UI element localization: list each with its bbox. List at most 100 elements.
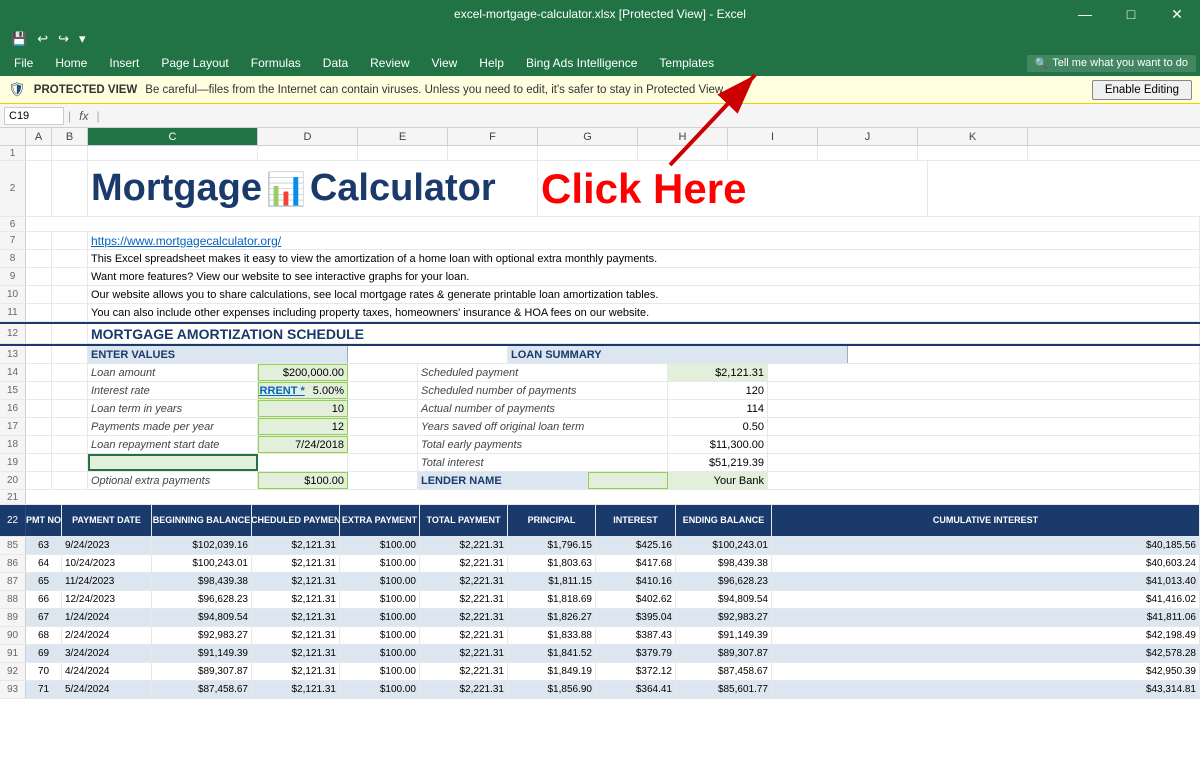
cell-a15[interactable] (26, 382, 52, 399)
begin-bal-cell[interactable]: $92,983.27 (152, 627, 252, 644)
principal-cell[interactable]: $1,841.52 (508, 645, 596, 662)
payment-date-cell[interactable]: 9/24/2023 (62, 537, 152, 554)
col-header-c[interactable]: C (88, 128, 258, 145)
cell-b19[interactable] (52, 454, 88, 471)
cum-int-cell[interactable]: $41,013.40 (772, 573, 1200, 590)
total-pay-cell[interactable]: $2,221.31 (420, 537, 508, 554)
end-bal-cell[interactable]: $89,307.87 (676, 645, 772, 662)
pmt-no-cell[interactable]: 63 (26, 537, 62, 554)
extra-pay-cell[interactable]: $100.00 (340, 681, 420, 698)
cell-link[interactable]: https://www.mortgagecalculator.org/ (88, 232, 1200, 249)
sched-pay-cell[interactable]: $2,121.31 (252, 681, 340, 698)
cell-b11[interactable] (52, 304, 88, 321)
interest-cell[interactable]: $417.68 (596, 555, 676, 572)
col-header-g[interactable]: G (538, 128, 638, 145)
cell-6[interactable] (26, 217, 1200, 231)
extra-pay-cell[interactable]: $100.00 (340, 663, 420, 680)
cell-e17[interactable] (348, 418, 418, 435)
cell-j1[interactable] (818, 146, 918, 160)
cell-a16[interactable] (26, 400, 52, 417)
end-bal-cell[interactable]: $94,809.54 (676, 591, 772, 608)
redo-icon[interactable]: ↪ (55, 29, 72, 49)
pmt-no-cell[interactable]: 68 (26, 627, 62, 644)
cell-e20[interactable] (348, 472, 418, 489)
start-date-value[interactable]: 7/24/2018 (258, 436, 348, 453)
cell-a11[interactable] (26, 304, 52, 321)
sched-pay-cell[interactable]: $2,121.31 (252, 573, 340, 590)
pmt-no-cell[interactable]: 71 (26, 681, 62, 698)
pmt-no-cell[interactable]: 65 (26, 573, 62, 590)
cell-b7[interactable] (52, 232, 88, 249)
cell-f1[interactable] (448, 146, 538, 160)
total-pay-cell[interactable]: $2,221.31 (420, 609, 508, 626)
end-bal-cell[interactable]: $100,243.01 (676, 537, 772, 554)
menu-formulas[interactable]: Formulas (241, 53, 311, 73)
cell-a1[interactable] (26, 146, 52, 160)
loan-amount-value[interactable]: $200,000.00 (258, 364, 348, 381)
cell-e1[interactable] (358, 146, 448, 160)
cell-b12[interactable] (52, 324, 88, 343)
payment-date-cell[interactable]: 10/24/2023 (62, 555, 152, 572)
cell-b10[interactable] (52, 286, 88, 303)
cell-e16[interactable] (348, 400, 418, 417)
cell-b20[interactable] (52, 472, 88, 489)
cell-k18[interactable] (768, 436, 1200, 453)
menu-help[interactable]: Help (469, 53, 514, 73)
cell-a14[interactable] (26, 364, 52, 381)
menu-insert[interactable]: Insert (99, 53, 149, 73)
cum-int-cell[interactable]: $41,416.02 (772, 591, 1200, 608)
sched-pay-cell[interactable]: $2,121.31 (252, 591, 340, 608)
cell-a20[interactable] (26, 472, 52, 489)
menu-file[interactable]: File (4, 53, 43, 73)
col-header-f[interactable]: F (448, 128, 538, 145)
begin-bal-cell[interactable]: $87,458.67 (152, 681, 252, 698)
dropdown-icon[interactable]: ▾ (76, 29, 89, 49)
cell-b17[interactable] (52, 418, 88, 435)
cell-gap13[interactable] (348, 346, 508, 363)
begin-bal-cell[interactable]: $94,809.54 (152, 609, 252, 626)
extra-pay-cell[interactable]: $100.00 (340, 537, 420, 554)
end-bal-cell[interactable]: $96,628.23 (676, 573, 772, 590)
cell-reference-input[interactable] (4, 107, 64, 125)
cell-c19-selected[interactable] (88, 454, 258, 471)
sched-pay-cell[interactable]: $2,121.31 (252, 645, 340, 662)
interest-cell[interactable]: $425.16 (596, 537, 676, 554)
cell-h1[interactable] (638, 146, 728, 160)
cell-a13[interactable] (26, 346, 52, 363)
cum-int-cell[interactable]: $42,198.49 (772, 627, 1200, 644)
pmt-no-cell[interactable]: 69 (26, 645, 62, 662)
cell-b8[interactable] (52, 250, 88, 267)
principal-cell[interactable]: $1,803.63 (508, 555, 596, 572)
cell-b1[interactable] (52, 146, 88, 160)
principal-cell[interactable]: $1,796.15 (508, 537, 596, 554)
cell-k1[interactable] (918, 146, 1028, 160)
col-header-k[interactable]: K (918, 128, 1028, 145)
cum-int-cell[interactable]: $40,603.24 (772, 555, 1200, 572)
begin-bal-cell[interactable]: $89,307.87 (152, 663, 252, 680)
tell-me-search[interactable]: 🔍 Tell me what you want to do (1027, 55, 1196, 72)
cell-b13[interactable] (52, 346, 88, 363)
begin-bal-cell[interactable]: $100,243.01 (152, 555, 252, 572)
extra-pay-cell[interactable]: $100.00 (340, 573, 420, 590)
payment-date-cell[interactable]: 3/24/2024 (62, 645, 152, 662)
cum-int-cell[interactable]: $40,185.56 (772, 537, 1200, 554)
total-pay-cell[interactable]: $2,221.31 (420, 573, 508, 590)
cell-g1[interactable] (538, 146, 638, 160)
close-button[interactable]: ✕ (1154, 0, 1200, 28)
sched-pay-cell[interactable]: $2,121.31 (252, 663, 340, 680)
menu-view[interactable]: View (422, 53, 468, 73)
website-link[interactable]: https://www.mortgagecalculator.org/ (91, 234, 281, 248)
extra-pay-cell[interactable]: $100.00 (340, 645, 420, 662)
col-header-b[interactable]: B (52, 128, 88, 145)
cell-k15[interactable] (768, 382, 1200, 399)
cell-e18[interactable] (348, 436, 418, 453)
total-pay-cell[interactable]: $2,221.31 (420, 555, 508, 572)
principal-cell[interactable]: $1,826.27 (508, 609, 596, 626)
interest-cell[interactable]: $364.41 (596, 681, 676, 698)
col-header-h[interactable]: H (638, 128, 728, 145)
lender-name-input[interactable] (588, 472, 668, 489)
sched-pay-cell[interactable]: $2,121.31 (252, 609, 340, 626)
cum-int-cell[interactable]: $42,950.39 (772, 663, 1200, 680)
payment-date-cell[interactable]: 4/24/2024 (62, 663, 152, 680)
menu-review[interactable]: Review (360, 53, 419, 73)
